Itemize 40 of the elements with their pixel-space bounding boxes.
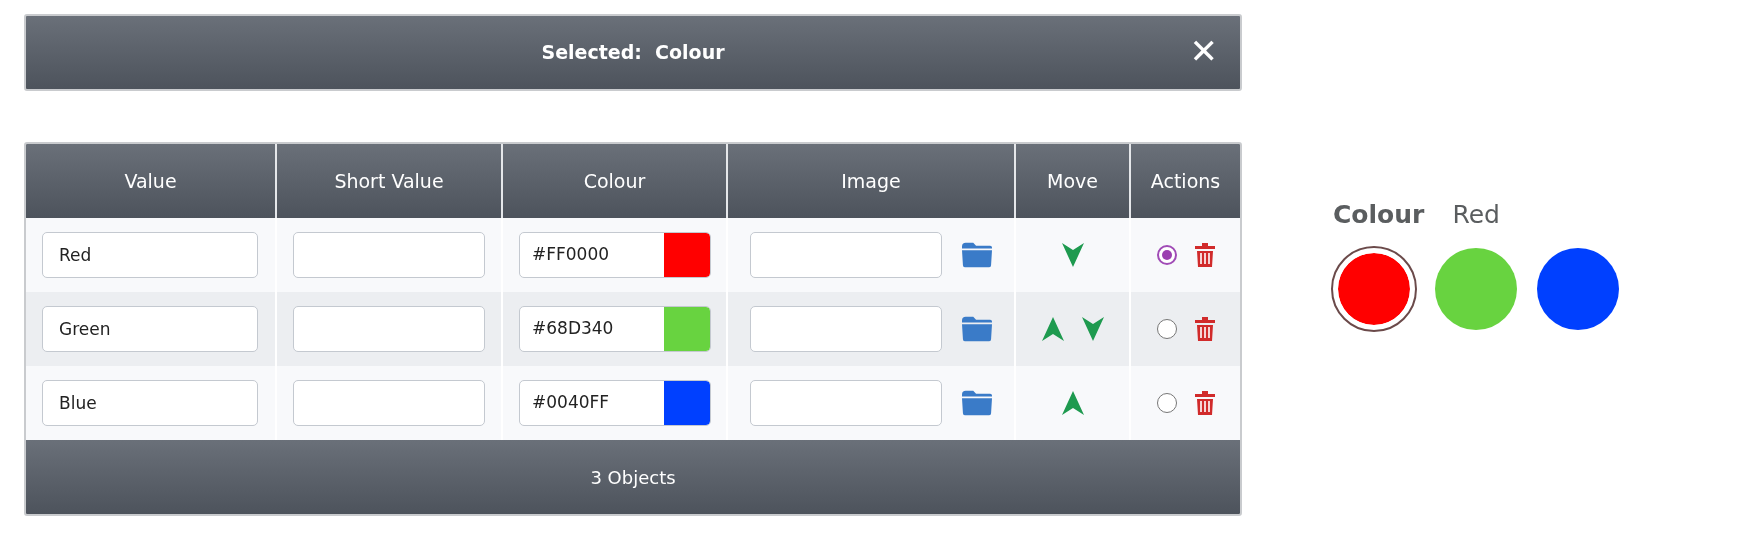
trash-icon[interactable] xyxy=(1194,243,1215,267)
preview-label: Colour xyxy=(1333,199,1425,231)
colour-swatch[interactable] xyxy=(664,233,710,277)
colour-field[interactable]: #0040FF xyxy=(519,380,711,426)
column-header: Short Value xyxy=(276,144,502,218)
text-field[interactable]: Blue xyxy=(42,380,258,426)
column-header: Image xyxy=(727,144,1015,218)
colour-swatch[interactable] xyxy=(664,381,710,425)
table-footer: 3 Objects xyxy=(26,440,1240,514)
colour-swatch[interactable] xyxy=(664,307,710,351)
selection-title: Selected: Colour xyxy=(541,40,725,66)
preview-value: Red xyxy=(1452,199,1500,231)
close-button[interactable]: ✕ xyxy=(1189,34,1218,68)
trash-icon[interactable] xyxy=(1194,391,1215,415)
radio-button[interactable] xyxy=(1156,319,1177,339)
colour-swatch[interactable] xyxy=(1333,247,1415,330)
folder-icon[interactable] xyxy=(962,316,992,342)
text-field[interactable]: Green xyxy=(42,306,258,352)
radio-button[interactable] xyxy=(1156,245,1177,265)
text-field[interactable] xyxy=(293,380,485,426)
column-header: Move xyxy=(1015,144,1130,218)
column-header: Value xyxy=(26,144,276,218)
column-header: Colour xyxy=(502,144,727,218)
text-field[interactable] xyxy=(750,306,942,352)
radio-button[interactable] xyxy=(1156,393,1177,413)
text-field[interactable]: Red xyxy=(42,232,258,278)
text-field[interactable] xyxy=(750,232,942,278)
text-field[interactable] xyxy=(750,380,942,426)
up-arrow-icon[interactable] xyxy=(1061,391,1084,415)
down-arrow-icon[interactable] xyxy=(1081,317,1104,341)
down-arrow-icon[interactable] xyxy=(1061,243,1084,267)
colour-field[interactable]: #68D340 xyxy=(519,306,711,352)
colour-field[interactable]: #FF0000 xyxy=(519,232,711,278)
column-header: Actions xyxy=(1130,144,1240,218)
text-field[interactable] xyxy=(293,306,485,352)
folder-icon[interactable] xyxy=(962,242,992,268)
folder-icon[interactable] xyxy=(962,390,992,416)
trash-icon[interactable] xyxy=(1194,317,1215,341)
text-field[interactable] xyxy=(293,232,485,278)
up-arrow-icon[interactable] xyxy=(1041,317,1064,341)
